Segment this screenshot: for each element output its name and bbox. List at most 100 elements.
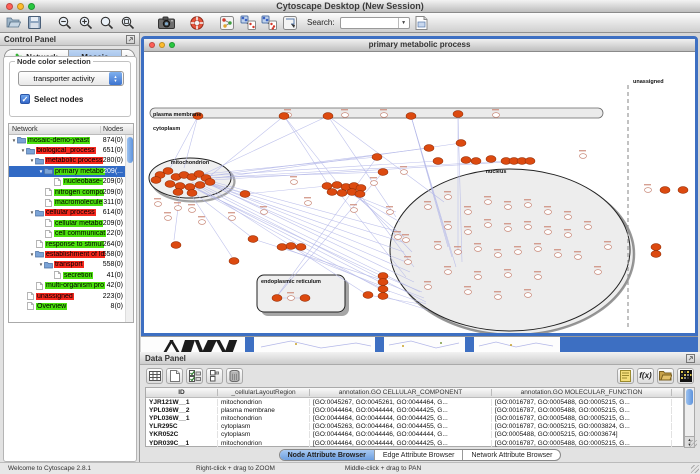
selected-node[interactable] bbox=[355, 191, 365, 198]
node[interactable] bbox=[595, 270, 602, 275]
table-cell[interactable]: YDR039C__1 bbox=[146, 440, 218, 447]
zoom-selected-icon[interactable] bbox=[118, 14, 137, 31]
table-cell[interactable]: mitochondrion bbox=[218, 440, 310, 447]
selected-node[interactable] bbox=[332, 182, 342, 189]
node[interactable] bbox=[288, 296, 295, 301]
node[interactable] bbox=[495, 295, 502, 300]
table-cell[interactable]: [GO:0016787, GO:0005488, GO:0005215, G..… bbox=[492, 415, 672, 422]
tree-scrollbar[interactable] bbox=[125, 135, 133, 322]
table-cell[interactable]: mitochondrion bbox=[218, 415, 310, 422]
selected-node[interactable] bbox=[378, 279, 388, 286]
col-cellular-layout-region[interactable]: _cellularLayoutRegion bbox=[218, 389, 310, 396]
copy-network-view-icon[interactable] bbox=[238, 14, 257, 31]
selected-node[interactable] bbox=[229, 258, 239, 265]
selected-node[interactable] bbox=[433, 158, 443, 165]
node[interactable] bbox=[485, 223, 492, 228]
node[interactable] bbox=[525, 293, 532, 298]
select-nodes-checkbox[interactable]: ✓ bbox=[20, 94, 30, 104]
tree-row[interactable]: ▼primary metabo209(... bbox=[9, 166, 133, 176]
node[interactable] bbox=[261, 210, 268, 215]
node[interactable] bbox=[645, 188, 652, 193]
table-cell[interactable]: YJR121W__1 bbox=[146, 399, 218, 406]
node[interactable] bbox=[505, 205, 512, 210]
delete-attribute-icon[interactable] bbox=[226, 368, 243, 384]
node[interactable] bbox=[565, 233, 572, 238]
zoom-in-icon[interactable] bbox=[76, 14, 95, 31]
table-cell[interactable]: [GO:0016787, GO:0005488, GO:0005215, G..… bbox=[492, 407, 672, 414]
selected-node[interactable] bbox=[678, 187, 688, 194]
tab-edge-attribute-browser[interactable]: Edge Attribute Browser bbox=[375, 450, 464, 460]
help-lifebuoy-icon[interactable] bbox=[187, 14, 206, 31]
table-cell[interactable]: [GO:0045267, GO:0045261, GO:0044464, G..… bbox=[310, 399, 492, 406]
table-cell[interactable]: YPL036W__2 bbox=[146, 407, 218, 414]
selected-node[interactable] bbox=[279, 113, 289, 120]
configure-search-icon[interactable] bbox=[412, 14, 431, 31]
table-cell[interactable]: cytoplasm bbox=[218, 423, 310, 430]
resize-grip[interactable] bbox=[689, 440, 697, 448]
selected-node[interactable] bbox=[296, 244, 306, 251]
selected-node[interactable] bbox=[660, 187, 670, 194]
tree-row[interactable]: unassigned223(0) bbox=[9, 291, 133, 301]
node[interactable] bbox=[555, 253, 562, 258]
table-cell[interactable]: cytoplasm bbox=[218, 431, 310, 438]
create-attribute-icon[interactable] bbox=[166, 368, 183, 384]
node[interactable] bbox=[605, 245, 612, 250]
table-scrollbar[interactable]: ▲▼ bbox=[684, 387, 695, 448]
selected-node[interactable] bbox=[651, 244, 661, 251]
save-icon[interactable] bbox=[25, 14, 44, 31]
node[interactable] bbox=[465, 230, 472, 235]
window-titlebar[interactable]: Cytoscape Desktop (New Session) bbox=[0, 0, 700, 13]
search-text-input[interactable] bbox=[341, 18, 398, 27]
tree-row[interactable]: response to stimul264(0) bbox=[9, 239, 133, 249]
col-go-molecular-function[interactable]: annotation.GO MOLECULAR_FUNCTION bbox=[492, 389, 672, 396]
table-row[interactable]: YDR039C__1mitochondrion[GO:0044464, GO:0… bbox=[146, 439, 683, 447]
node[interactable] bbox=[305, 201, 312, 206]
selected-node[interactable] bbox=[277, 244, 287, 251]
show-vizmapper-icon[interactable] bbox=[280, 14, 299, 31]
window-resize-grip[interactable] bbox=[691, 465, 699, 473]
node[interactable] bbox=[405, 260, 412, 265]
selected-node[interactable] bbox=[471, 158, 481, 165]
node[interactable] bbox=[505, 227, 512, 232]
selected-node[interactable] bbox=[363, 292, 373, 299]
node[interactable] bbox=[381, 113, 388, 118]
col-id[interactable]: ID bbox=[146, 389, 218, 396]
node[interactable] bbox=[425, 205, 432, 210]
node[interactable] bbox=[425, 285, 432, 290]
float-panel-icon[interactable] bbox=[126, 35, 135, 44]
selected-node[interactable] bbox=[151, 177, 161, 184]
selected-node[interactable] bbox=[272, 295, 282, 302]
node[interactable] bbox=[565, 215, 572, 220]
selected-node[interactable] bbox=[461, 157, 471, 164]
node-color-dropdown[interactable]: transporter activity ▲▼ bbox=[18, 71, 124, 86]
selected-node[interactable] bbox=[337, 190, 347, 197]
node[interactable] bbox=[535, 247, 542, 252]
selected-node[interactable] bbox=[323, 113, 333, 120]
node[interactable] bbox=[505, 273, 512, 278]
node[interactable] bbox=[545, 210, 552, 215]
unselect-attributes-icon[interactable] bbox=[206, 368, 223, 384]
table-row[interactable]: YKR052Ccytoplasm[GO:0044464, GO:0044446,… bbox=[146, 431, 683, 439]
selected-node[interactable] bbox=[205, 179, 215, 186]
tab-node-attribute-browser[interactable]: Node Attribute Browser bbox=[280, 450, 375, 460]
node[interactable] bbox=[401, 170, 408, 175]
node[interactable] bbox=[371, 181, 378, 186]
network-view-window[interactable]: primary metabolic process plasma membran… bbox=[141, 36, 698, 336]
table-row[interactable]: YPL036W__1mitochondrion[GO:0044464, GO:0… bbox=[146, 414, 683, 422]
selected-node[interactable] bbox=[486, 156, 496, 163]
table-cell[interactable]: [GO:0016787, GO:0005488, GO:0005215, G..… bbox=[492, 399, 672, 406]
selected-node[interactable] bbox=[406, 113, 416, 120]
node[interactable] bbox=[525, 225, 532, 230]
table-cell[interactable]: YKR052C bbox=[146, 431, 218, 438]
tab-network-attribute-browser[interactable]: Network Attribute Browser bbox=[463, 450, 560, 460]
selected-node[interactable] bbox=[327, 189, 337, 196]
table-cell[interactable]: [GO:0005488, GO:0005215, GO:0003674] bbox=[492, 431, 672, 438]
zoom-out-icon[interactable] bbox=[55, 14, 74, 31]
node[interactable] bbox=[189, 208, 196, 213]
formula-icon[interactable]: f(x) bbox=[637, 368, 654, 384]
selected-node[interactable] bbox=[456, 140, 466, 147]
attribute-table-header[interactable]: ID _cellularLayoutRegion annotation.GO C… bbox=[146, 388, 683, 398]
import-attributes-icon[interactable] bbox=[657, 368, 674, 384]
destroy-network-view-icon[interactable] bbox=[259, 14, 278, 31]
table-cell[interactable]: [GO:0044464, GO:0044446, GO:0044444, G..… bbox=[310, 431, 492, 438]
